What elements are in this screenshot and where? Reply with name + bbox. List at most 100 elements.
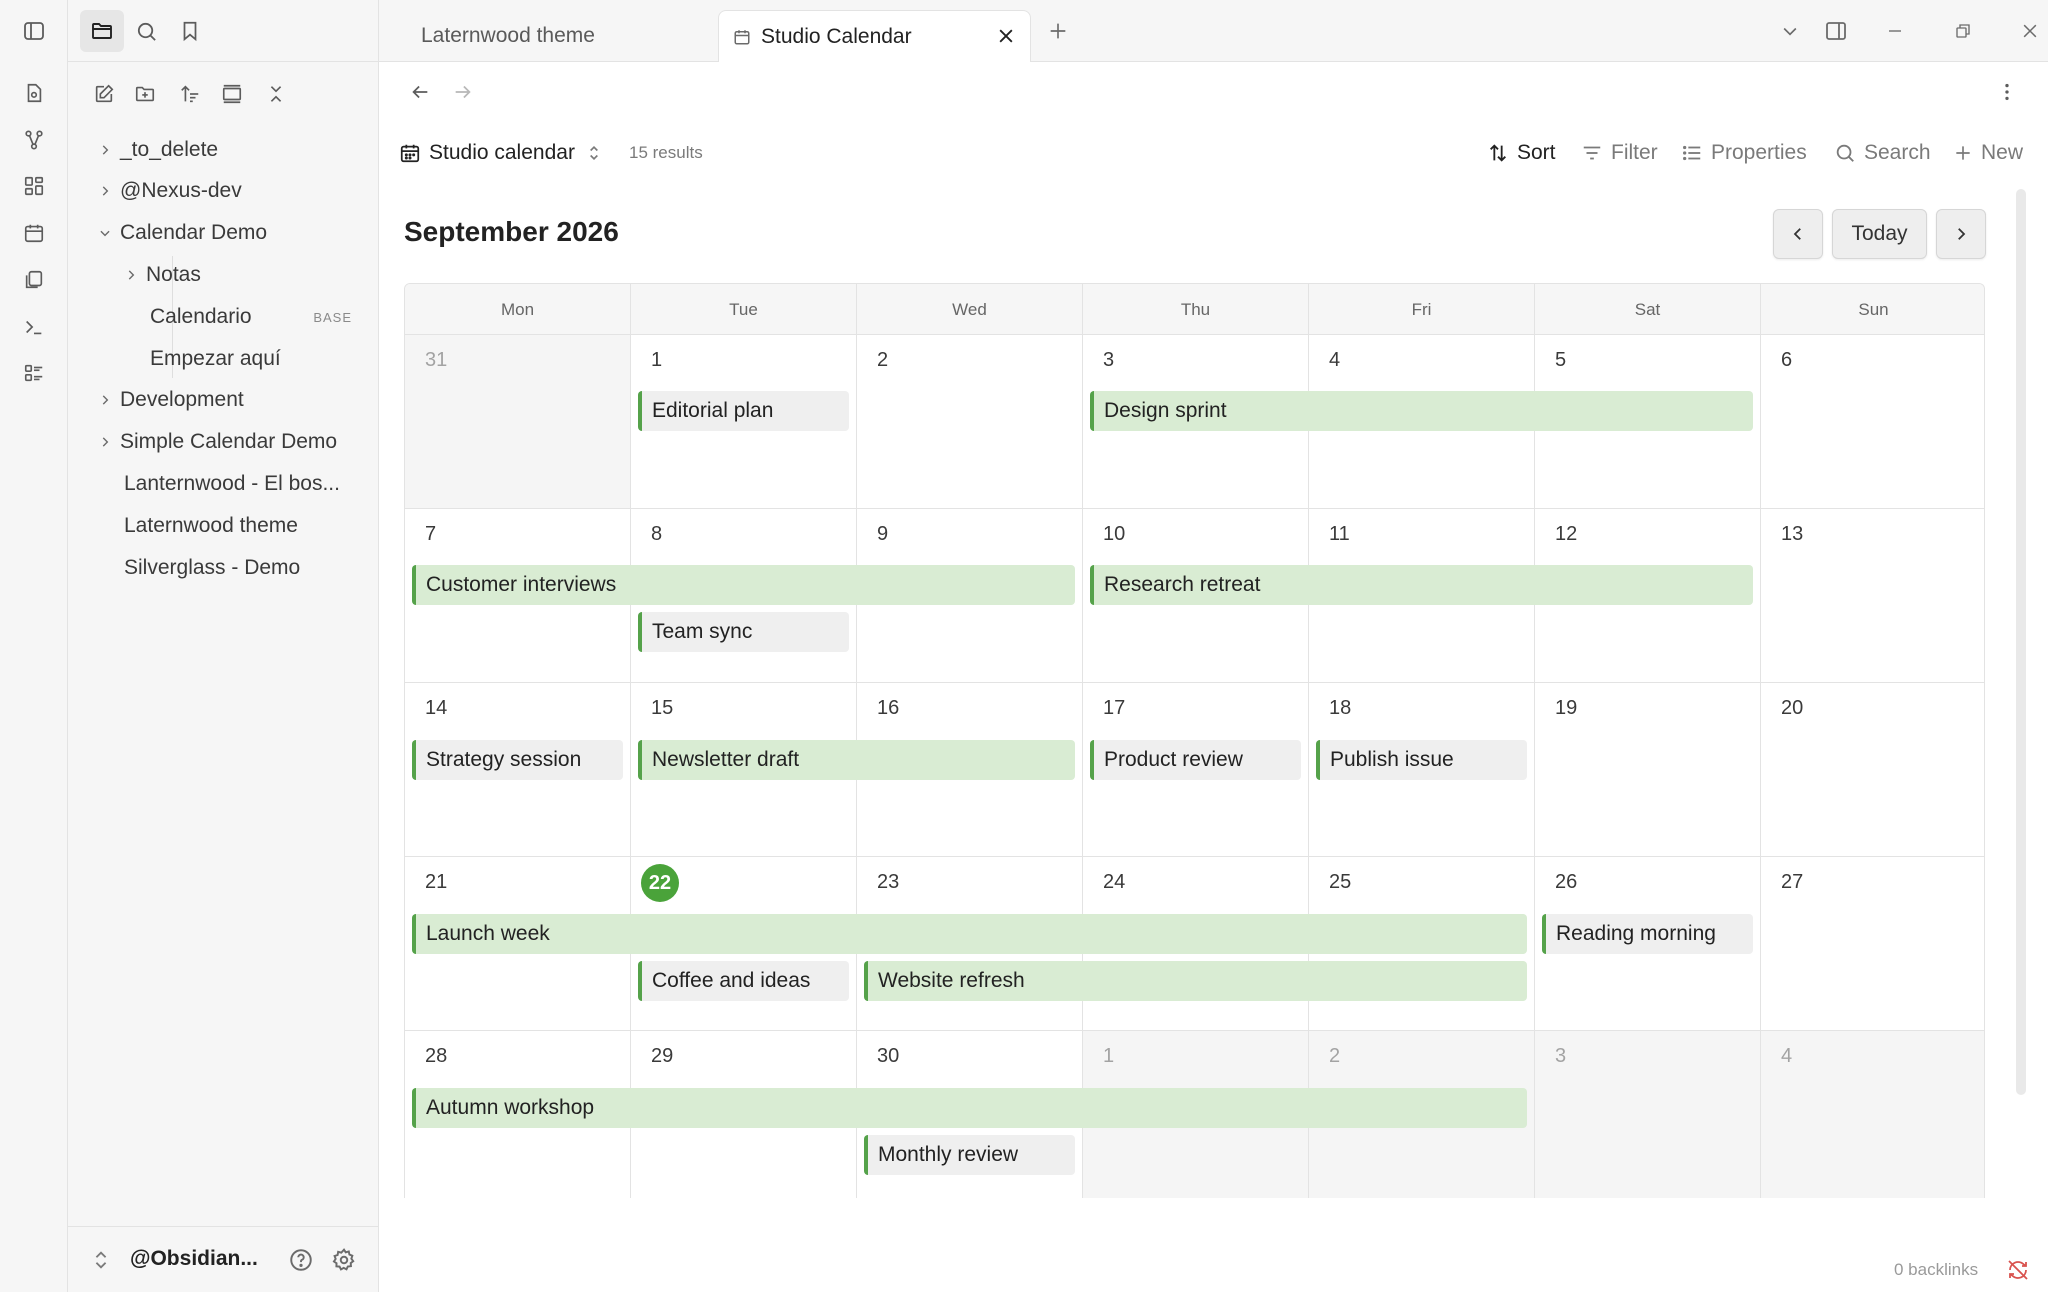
day-cell[interactable]: 19	[1535, 683, 1761, 857]
chevron-right-icon	[92, 393, 118, 407]
tree-file-lanternwood[interactable]: Lanternwood - El bos...	[124, 465, 372, 503]
day-cell[interactable]: 2	[857, 335, 1083, 509]
tab-list-chevron-down-icon[interactable]	[1773, 14, 1807, 48]
close-window-icon[interactable]	[2013, 14, 2047, 48]
day-number: 29	[651, 1045, 674, 1067]
properties-button[interactable]: Properties	[1681, 130, 1807, 176]
day-cell[interactable]: 3	[1535, 1031, 1761, 1198]
tree-folder-nexus-dev[interactable]: @Nexus-dev	[92, 172, 372, 210]
sidebar-tab-header	[68, 0, 379, 62]
tree-folder-simple-calendar-demo[interactable]: Simple Calendar Demo	[92, 423, 372, 461]
collapse-all-icon[interactable]	[258, 76, 294, 112]
sidebar-toggle-icon[interactable]	[16, 13, 52, 49]
backlinks-count[interactable]: 0 backlinks	[1894, 1260, 1978, 1280]
tree-file-laternwood-theme[interactable]: Laternwood theme	[124, 507, 372, 545]
event-chip[interactable]: Autumn workshop	[412, 1088, 1527, 1128]
open-quick-switcher-icon[interactable]	[16, 75, 52, 111]
filter-button[interactable]: Filter	[1581, 130, 1658, 176]
day-number: 23	[877, 871, 900, 893]
sort-order-icon[interactable]	[172, 76, 208, 112]
tab-studio-calendar[interactable]: Studio Calendar	[718, 10, 1031, 62]
chevron-right-icon	[92, 143, 118, 157]
settings-gear-icon[interactable]	[331, 1247, 357, 1273]
event-chip[interactable]: Design sprint	[1090, 391, 1753, 431]
search-button[interactable]: Search	[1834, 130, 1931, 176]
event-title: Website refresh	[878, 969, 1025, 992]
event-chip[interactable]: Product review	[1090, 740, 1301, 780]
calendar-icon[interactable]	[16, 215, 52, 251]
weekday-label: Tue	[631, 284, 857, 335]
properties-list-icon	[1681, 142, 1703, 164]
tree-folder-notas[interactable]: Notas	[118, 256, 372, 294]
right-sidebar-toggle-icon[interactable]	[1819, 14, 1853, 48]
event-title: Editorial plan	[652, 399, 774, 422]
files-tab-folder-icon[interactable]	[80, 10, 124, 52]
tree-folder-to-delete[interactable]: _to_delete	[92, 131, 372, 169]
event-chip[interactable]: Coffee and ideas	[638, 961, 849, 1001]
event-chip[interactable]: Newsletter draft	[638, 740, 1075, 780]
event-title: Reading morning	[1556, 922, 1716, 945]
event-chip[interactable]: Editorial plan	[638, 391, 849, 431]
day-cell[interactable]: 27	[1761, 857, 1984, 1031]
search-label: Search	[1864, 141, 1931, 164]
previous-month-button[interactable]	[1773, 209, 1823, 259]
day-cell[interactable]: 31	[405, 335, 631, 509]
event-chip[interactable]: Strategy session	[412, 740, 623, 780]
day-cell[interactable]: 4	[1761, 1031, 1984, 1198]
terminal-icon[interactable]	[16, 309, 52, 345]
templates-icon[interactable]	[16, 262, 52, 298]
new-tab-plus-icon[interactable]	[1041, 14, 1075, 48]
event-chip[interactable]: Publish issue	[1316, 740, 1527, 780]
event-chip[interactable]: Launch week	[412, 914, 1527, 954]
day-cell[interactable]: 20	[1761, 683, 1984, 857]
today-button[interactable]: Today	[1832, 209, 1927, 259]
view-selector[interactable]: Studio calendar	[399, 130, 601, 176]
day-cell[interactable]: 6	[1761, 335, 1984, 509]
event-chip[interactable]: Team sync	[638, 612, 849, 652]
close-tab-icon[interactable]	[996, 26, 1016, 46]
tree-file-calendario[interactable]: Calendario BASE	[150, 298, 372, 336]
tab-laternwood-theme[interactable]: Laternwood theme	[389, 10, 669, 62]
event-chip[interactable]: Website refresh	[864, 961, 1527, 1001]
sync-status-icon[interactable]	[2006, 1258, 2030, 1282]
view-name: Studio calendar	[429, 141, 575, 164]
event-chip[interactable]: Customer interviews	[412, 565, 1075, 605]
event-chip[interactable]: Reading morning	[1542, 914, 1753, 954]
app-window: _to_delete @Nexus-dev Calendar Demo Nota…	[0, 0, 2048, 1292]
next-month-button[interactable]	[1936, 209, 1986, 259]
bookmarks-tab-icon[interactable]	[168, 10, 212, 52]
new-item-button[interactable]: New	[1953, 130, 2023, 176]
tab-label: Laternwood theme	[421, 24, 595, 47]
task-list-icon[interactable]	[16, 355, 52, 391]
auto-reveal-icon[interactable]	[214, 76, 250, 112]
event-chip[interactable]: Research retreat	[1090, 565, 1753, 605]
vertical-scrollbar[interactable]	[2016, 189, 2026, 1095]
search-tab-icon[interactable]	[124, 10, 168, 52]
vault-switcher-bar: @Obsidian...	[68, 1226, 379, 1292]
day-number: 15	[651, 697, 674, 719]
tree-item-label: Laternwood theme	[124, 514, 298, 537]
vault-switch-chevrons-icon[interactable]	[92, 1249, 110, 1271]
vault-name[interactable]: @Obsidian...	[130, 1247, 258, 1271]
day-cell[interactable]: 13	[1761, 509, 1984, 683]
graph-view-icon[interactable]	[16, 122, 52, 158]
tree-folder-calendar-demo[interactable]: Calendar Demo	[92, 214, 372, 252]
day-number: 7	[425, 523, 437, 545]
new-note-icon[interactable]	[86, 76, 122, 112]
chevron-right-icon	[92, 435, 118, 449]
tree-file-silverglass-demo[interactable]: Silverglass - Demo	[124, 549, 372, 587]
tree-folder-development[interactable]: Development	[92, 381, 372, 419]
canvas-icon[interactable]	[16, 168, 52, 204]
minimize-window-icon[interactable]	[1878, 14, 1912, 48]
more-options-icon[interactable]	[1989, 74, 2025, 110]
forward-arrow-icon[interactable]	[445, 74, 481, 110]
chevron-right-icon	[1952, 225, 1970, 243]
new-folder-icon[interactable]	[127, 76, 163, 112]
event-chip[interactable]: Monthly review	[864, 1135, 1075, 1175]
help-icon[interactable]	[288, 1247, 314, 1273]
tree-file-empezar-aqui[interactable]: Empezar aquí	[150, 340, 372, 378]
sort-button[interactable]: Sort	[1487, 130, 1556, 176]
back-arrow-icon[interactable]	[402, 74, 438, 110]
main-workspace: Laternwood theme Studio Calendar Studio …	[379, 0, 2048, 1292]
restore-window-icon[interactable]	[1946, 14, 1980, 48]
